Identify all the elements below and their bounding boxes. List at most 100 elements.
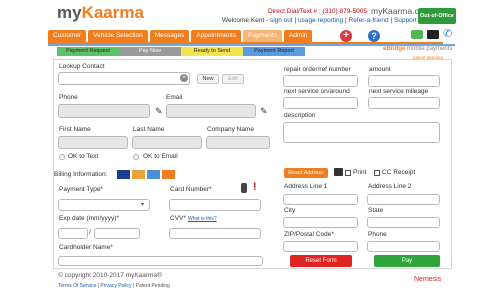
visa-icon <box>117 170 130 179</box>
cardholder-name-label: Cardholder Name* <box>59 244 113 251</box>
first-name-label: First Name <box>59 126 91 133</box>
lookup-contact-label: Lookup Contact <box>59 63 105 70</box>
chevron-down-icon: ▾ <box>141 202 145 208</box>
ebridge-logo: eBridge mobile payments <box>383 46 453 52</box>
next-service-label: next service on/around <box>284 88 350 95</box>
mastercard-icon <box>132 170 145 179</box>
ok-to-text-label: OK to Text <box>68 153 99 160</box>
new-contact-button[interactable]: New <box>197 74 219 84</box>
pencil-icon[interactable]: ✎ <box>260 106 268 117</box>
reset-address-button[interactable]: Reset Address <box>284 168 328 178</box>
card-reader-icon <box>241 183 247 193</box>
lookup-contact-input[interactable] <box>58 72 190 85</box>
exp-date-label: Exp date (mm/yyyy)* <box>59 215 119 222</box>
card-number-input[interactable] <box>169 199 261 211</box>
tab-payments[interactable]: Payments <box>243 30 282 42</box>
whats-this-link[interactable]: What is this? <box>188 216 217 222</box>
next-mileage-input[interactable] <box>368 97 440 109</box>
out-of-office-badge[interactable]: Out-of-Office <box>418 8 456 24</box>
app-logo: myKaarma <box>57 3 144 22</box>
phone-label-right: Phone <box>368 231 387 238</box>
next-mileage-label: next service mileage <box>369 88 429 95</box>
edit-contact-button[interactable]: Edit <box>222 74 244 84</box>
print-label: Print <box>353 169 367 176</box>
privacy-link[interactable]: Privacy Policy <box>100 283 131 289</box>
welcome-bar: Welcome Kent - sign out | usage reportin… <box>222 17 417 24</box>
footer-links: Terms Of Service | Privacy Policy | Pate… <box>58 283 170 289</box>
tab-vehicle-selection[interactable]: Vehicle Selection <box>88 30 148 42</box>
mail-icon[interactable] <box>427 30 439 39</box>
ro-number-input[interactable] <box>283 75 358 87</box>
company-name-input[interactable] <box>206 136 270 149</box>
tab-messages[interactable]: Messages <box>149 30 190 42</box>
cvv-label: CVV* <box>170 215 186 222</box>
email-input[interactable] <box>166 104 256 118</box>
direct-dial-text: Direct Dial/Text # : (310) 879-5005 <box>268 8 367 15</box>
copyright-text: © copyright 2010-2017 myKaarma® <box>58 272 162 279</box>
payment-type-select[interactable] <box>58 199 150 211</box>
exp-year-input[interactable] <box>94 228 140 239</box>
cardholder-name-input[interactable] <box>58 256 263 266</box>
city-label: City <box>284 207 296 214</box>
cc-receipt-label: CC Receipt <box>382 169 416 176</box>
phone-input-right[interactable] <box>367 241 440 252</box>
pay-button[interactable]: Pay <box>374 255 440 267</box>
exp-month-input[interactable] <box>58 228 88 239</box>
next-service-input[interactable] <box>283 97 358 109</box>
last-name-input[interactable] <box>132 136 202 149</box>
company-name-label: Company Name <box>207 126 254 133</box>
subtab-payment-request[interactable]: Payment Request <box>57 47 119 56</box>
cc-receipt-checkbox[interactable] <box>374 170 380 176</box>
ok-to-email-checkbox[interactable] <box>133 154 139 160</box>
subtab-ready-to-send[interactable]: Ready to Send <box>181 47 243 56</box>
reset-form-button[interactable]: Reset Form <box>290 255 352 267</box>
zip-input[interactable] <box>283 241 358 252</box>
description-textarea[interactable] <box>283 122 440 143</box>
phone-label: Phone <box>59 94 78 101</box>
support-link[interactable]: Support <box>394 17 417 24</box>
nemesis-label: Nemesis <box>414 276 442 283</box>
tab-customer[interactable]: Customer <box>48 30 87 42</box>
address-line-2-label: Address Line 2 <box>368 183 412 190</box>
usage-reporting-link[interactable]: usage reporting <box>298 17 343 24</box>
ok-to-email-label: OK to Email <box>143 153 178 160</box>
address-line-2-input[interactable] <box>367 194 440 205</box>
alert-icon: ! <box>253 181 257 193</box>
main-nav: Customer Vehicle Selection Messages Appo… <box>48 30 313 42</box>
terms-link[interactable]: Terms Of Service <box>58 283 96 289</box>
payment-subtabs: Payment Request Pay Now Ready to Send Pa… <box>57 47 305 56</box>
amount-input[interactable] <box>368 75 440 87</box>
refer-link[interactable]: Refer-a-friend <box>349 17 389 24</box>
plus-icon[interactable]: + <box>340 30 352 42</box>
print-checkbox[interactable] <box>345 170 351 176</box>
state-input[interactable] <box>367 217 440 228</box>
address-line-1-input[interactable] <box>283 194 358 205</box>
first-name-input[interactable] <box>58 136 128 149</box>
signout-link[interactable]: sign out <box>270 17 293 24</box>
card-logos <box>117 170 177 179</box>
pencil-icon[interactable]: ✎ <box>155 106 163 117</box>
phone-input[interactable] <box>58 104 150 118</box>
city-input[interactable] <box>283 217 358 228</box>
billing-information-label: Billing Information: <box>54 171 108 178</box>
help-icon[interactable]: ? <box>368 30 380 42</box>
amex-icon <box>147 170 160 179</box>
printer-icon <box>334 168 343 176</box>
clear-icon[interactable]: × <box>180 74 188 82</box>
patent-text: Patent Pending <box>135 283 170 289</box>
amount-label: amount <box>369 66 391 73</box>
email-label: Email <box>166 94 183 101</box>
ok-to-text-checkbox[interactable] <box>59 154 65 160</box>
tab-admin[interactable]: Admin <box>283 30 313 42</box>
tab-appointments[interactable]: Appointments <box>191 30 242 42</box>
welcome-text: Welcome Kent - <box>222 17 269 24</box>
cvv-input[interactable] <box>169 228 261 239</box>
subtab-payment-report[interactable]: Payment Report <box>243 47 305 56</box>
chat-icon[interactable] <box>411 30 423 39</box>
subtab-pay-now[interactable]: Pay Now <box>119 47 181 56</box>
zip-label: ZIP/Postal Code* <box>284 231 334 238</box>
discover-icon <box>162 170 175 179</box>
address-line-1-label: Address Line 1 <box>284 183 328 190</box>
description-label: description <box>284 112 316 119</box>
phone-icon[interactable]: ✆ <box>443 28 452 40</box>
